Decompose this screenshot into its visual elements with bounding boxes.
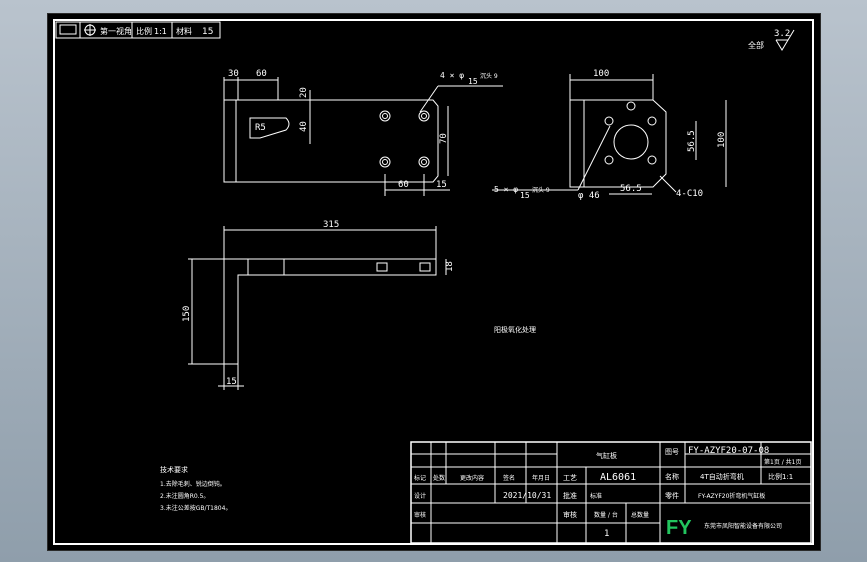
dim-60-bottom: 60 (398, 180, 409, 190)
part-label: 零件 (665, 491, 679, 500)
tech-line-3: 3.未注公差按GB/T1804。 (160, 504, 231, 512)
drawing-no: FY-AZYF20-07-08 (688, 446, 769, 456)
sheet-info: 第1页 / 共1页 (764, 458, 801, 466)
front-hole-callout-note: 沉头 9 (480, 72, 498, 80)
tech-line-2: 2.未注圆角R0.5。 (160, 492, 209, 500)
dim-315: 315 (323, 220, 339, 230)
side-note: 阳极氧化处理 (494, 325, 536, 334)
drawing-no-label: 图号 (665, 448, 679, 456)
row-header-date: 年月日 (532, 474, 550, 482)
name-label: 名称 (665, 472, 679, 481)
qty-label: 数量 / 台 (594, 511, 618, 519)
side-dim-100-height: 100 (717, 132, 727, 148)
dim-18: 18 (445, 261, 455, 272)
front-hole-callout-prefix: 4 × φ (440, 71, 464, 80)
roughness-label: 全部 (748, 40, 764, 50)
company-name: 东莞市凤阳智能设备有限公司 (704, 522, 782, 530)
process-label: 工艺 (563, 474, 577, 482)
row-header-mark: 标记 (414, 474, 426, 482)
radius-r5: R5 (255, 123, 266, 133)
top-info-block: 第一视角 比例 1:1 材料 15 (55, 21, 221, 39)
part-value: FY-AZYF20折弯机气缸板 (698, 492, 765, 500)
dim-60-top: 60 (256, 69, 267, 79)
front-view: 30 60 20 40 70 60 15 R5 4 × φ 15 沉头 9 (223, 69, 503, 196)
front-view-outline (223, 99, 439, 183)
dim-150: 150 (182, 306, 192, 322)
design-label: 设计 (414, 492, 426, 500)
thickness-value: 15 (202, 27, 213, 37)
tech-title: 技术要求 (160, 465, 188, 474)
tech-requirements: 技术要求 1.去除毛刺、锐边倒钝。 2.未注圆角R0.5。 3.未注公差按GB/… (160, 465, 231, 512)
dim-20: 20 (299, 87, 309, 98)
row-header-change: 更改内容 (460, 474, 484, 482)
l-bracket-outline (223, 258, 437, 365)
side-dim-56-5-v: 56.5 (687, 130, 697, 152)
dim-30: 30 (228, 69, 239, 79)
side-hole-callout-value: 15 (520, 191, 530, 200)
side-view: 100 100 56.5 56.5 φ 46 4-C10 5 × φ 15 沉头… (492, 69, 727, 201)
scale-label: 比例 (136, 26, 152, 36)
bottom-view: 315 18 150 15 (182, 220, 455, 390)
design-date: 2021/10/31 (503, 491, 551, 500)
center-bore (613, 124, 649, 160)
standard-label: 标准 (590, 492, 602, 500)
projection-symbol-icon (59, 24, 77, 35)
title-block: 气缸板 AL6061 图号 FY-AZYF20-07-08 第1页 / 共1页 … (410, 441, 812, 544)
name-value: 4T自动折弯机 (700, 472, 744, 481)
side-chamfer: 4-C10 (676, 189, 703, 199)
dim-15-bottom: 15 (226, 377, 237, 387)
row-header-count: 处数 (433, 474, 445, 482)
dim-70: 70 (439, 133, 449, 144)
front-hole-callout-value: 15 (468, 77, 478, 86)
approve-label: 批准 (563, 491, 577, 500)
row-header-sign: 签名 (503, 474, 515, 482)
thickness-label: 材料 (176, 26, 192, 36)
hole-1 (379, 110, 391, 122)
side-dim-100-width: 100 (593, 69, 609, 79)
drawing-canvas: 第一视角 比例 1:1 材料 15 全部 3.2 30 60 20 40 70 … (47, 13, 821, 551)
tech-line-1: 1.去除毛刺、锐边倒钝。 (160, 480, 226, 488)
side-dim-phi46: φ 46 (578, 191, 600, 201)
hole-2 (418, 110, 430, 122)
review-label: 审核 (414, 511, 426, 519)
review2-label: 审核 (563, 510, 577, 519)
cad-drawing: 第一视角 比例 1:1 材料 15 全部 3.2 30 60 20 40 70 … (53, 19, 814, 545)
dim-40: 40 (299, 121, 309, 132)
qty-value: 1 (604, 529, 609, 539)
company-logo: FY (666, 517, 692, 539)
scale-right: 比例1:1 (768, 472, 793, 481)
material-header: 气缸板 (596, 451, 617, 460)
dim-15-front: 15 (436, 180, 447, 190)
roughness-value: 3.2 (774, 29, 790, 39)
side-dim-56-5-h: 56.5 (620, 184, 642, 194)
scale-value: 1:1 (154, 27, 167, 36)
projection-label: 第一视角 (100, 26, 132, 36)
hole-4 (418, 156, 430, 168)
hole-3 (379, 156, 391, 168)
material-value: AL6061 (600, 472, 636, 483)
side-hole-callout-prefix: 5 × φ (494, 185, 518, 194)
weight-label: 总数量 (631, 511, 649, 519)
side-hole-callout-note: 沉头 9 (532, 186, 550, 194)
roughness-symbol: 全部 3.2 (748, 29, 795, 51)
